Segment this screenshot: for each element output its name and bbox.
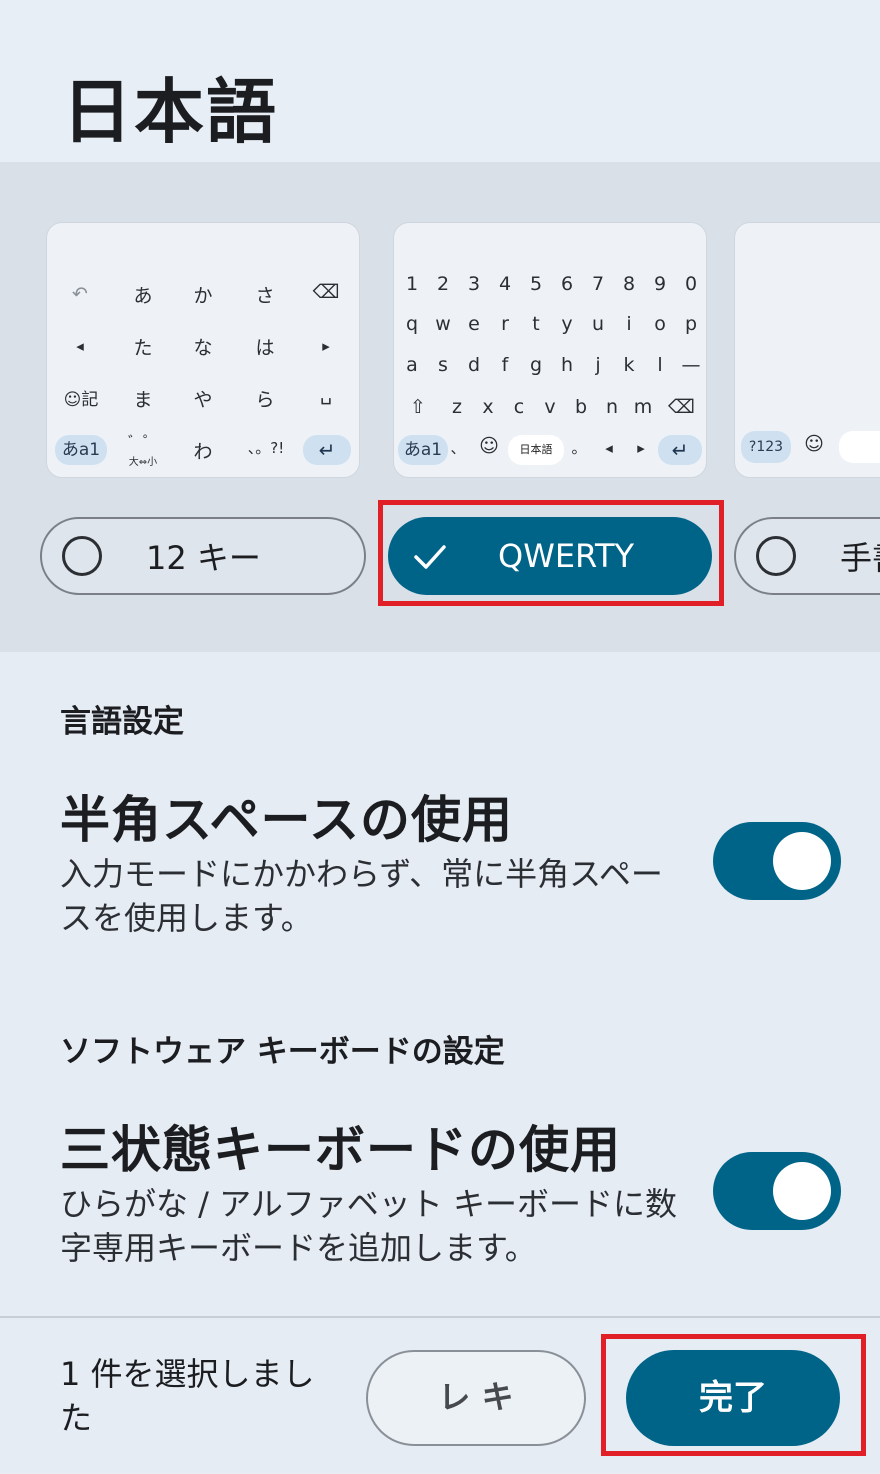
- key-i: i: [626, 313, 632, 335]
- key-l: l: [657, 354, 663, 376]
- setting-desc-halfwidth-space: 入力モードにかかわらず、常に半角スペースを使用します。: [60, 855, 663, 937]
- tristate-keyboard-toggle[interactable]: [713, 1152, 841, 1230]
- key-c: c: [513, 396, 525, 418]
- setting-title-halfwidth-space: 半角スペースの使用: [60, 791, 513, 849]
- undo-icon: ↶: [72, 283, 88, 305]
- mode-switch-key: あa1: [398, 435, 448, 465]
- key-z: z: [452, 396, 462, 418]
- key-o: o: [654, 313, 666, 335]
- page-title: 日本語: [62, 71, 278, 153]
- key-8: 8: [622, 273, 636, 295]
- halfwidth-space-toggle[interactable]: [713, 822, 841, 900]
- key-3: 3: [467, 273, 481, 295]
- left-arrow-icon: ◂: [76, 337, 84, 355]
- backspace-icon: ⌫: [668, 396, 695, 418]
- key-w: w: [435, 313, 451, 335]
- toggle-knob: [773, 832, 831, 890]
- highlight-box: [601, 1334, 866, 1456]
- key-r: r: [501, 313, 509, 335]
- key-k: k: [623, 354, 635, 376]
- key-s: s: [438, 354, 448, 376]
- layout-option-handwriting[interactable]: 手書: [734, 517, 880, 595]
- key-ka: か: [193, 285, 213, 307]
- key-q: q: [405, 313, 419, 335]
- key-x: x: [482, 396, 494, 418]
- key-na: な: [193, 337, 213, 359]
- layout-option-12-key[interactable]: 12 キー: [40, 517, 366, 595]
- qwerty-preview[interactable]: 1 2 3 4 5 6 7 8 9 0 q w e r t y u i o p …: [393, 222, 707, 478]
- emoji-icon: ☺: [479, 435, 499, 457]
- key-ta: た: [133, 337, 153, 359]
- toggle-knob: [773, 1162, 831, 1220]
- key-sa: さ: [255, 285, 275, 307]
- key-ya: や: [193, 389, 213, 411]
- key-u: u: [591, 313, 605, 335]
- layout-option-label: 12 キー: [146, 539, 261, 577]
- key-g: g: [529, 354, 543, 376]
- key-9: 9: [653, 273, 667, 295]
- comma-key: 、: [450, 439, 466, 457]
- radio-icon: [62, 536, 102, 576]
- emoji-icon: ☺: [804, 433, 824, 455]
- key-e: e: [468, 313, 480, 335]
- key-6: 6: [560, 273, 574, 295]
- keyboard-layout-carousel[interactable]: ↶ あ か さ ⌫ ◂ た な は ▸ ☺記 ま や ら ␣ あa1 ゛゜ 大⇔…: [0, 162, 880, 652]
- section-heading-language: 言語設定: [60, 704, 184, 740]
- selection-status: 1 件を選択しました: [60, 1355, 315, 1437]
- twelve-key-preview[interactable]: ↶ あ か さ ⌫ ◂ た な は ▸ ☺記 ま や ら ␣ あa1 ゛゜ 大⇔…: [46, 222, 360, 478]
- key-n: n: [605, 396, 619, 418]
- key-y: y: [561, 313, 573, 335]
- key-p: p: [684, 313, 698, 335]
- enter-icon: ↵: [303, 435, 351, 465]
- radio-icon: [756, 536, 796, 576]
- right-arrow-icon: ▸: [637, 439, 645, 457]
- backspace-icon: ⌫: [312, 281, 340, 303]
- key-0: 0: [684, 273, 698, 295]
- key-7: 7: [591, 273, 605, 295]
- shift-icon: ⇧: [410, 396, 426, 418]
- left-arrow-icon: ◂: [605, 439, 613, 457]
- key-ra: ら: [255, 389, 275, 411]
- key-1: 1: [405, 273, 419, 295]
- setting-desc-tristate-keyboard: ひらがな / アルファベット キーボードに数字専用キーボードを追加します。: [60, 1185, 677, 1267]
- key-d: d: [467, 354, 481, 376]
- punctuation-key: 、。?!: [247, 439, 285, 457]
- setting-title-tristate-keyboard: 三状態キーボードの使用: [60, 1121, 621, 1179]
- key-j: j: [595, 354, 601, 376]
- key-a: あ: [133, 285, 153, 307]
- key-a: a: [406, 354, 418, 376]
- key-ha: は: [255, 337, 275, 359]
- highlight-box: [378, 500, 724, 606]
- key-2: 2: [436, 273, 450, 295]
- emoji-symbol-icon: ☺記: [63, 390, 99, 410]
- space-key: [839, 431, 880, 463]
- key-wa: わ: [193, 441, 213, 463]
- space-key: 日本語: [508, 435, 564, 465]
- mode-switch-key: あa1: [55, 435, 107, 465]
- header: 日本語: [0, 0, 880, 162]
- key-t: t: [532, 313, 540, 335]
- dakuten-key: ゛゜: [127, 433, 158, 451]
- key-m: m: [633, 396, 653, 418]
- key-4: 4: [498, 273, 512, 295]
- key-v: v: [544, 396, 556, 418]
- space-icon: ␣: [319, 383, 333, 405]
- section-heading-software-keyboard: ソフトウェア キーボードの設定: [60, 1034, 505, 1070]
- symbols-key: ?123: [741, 431, 791, 463]
- key-f: f: [501, 354, 509, 376]
- key-dash: —: [681, 354, 701, 376]
- key-h: h: [560, 354, 574, 376]
- key-ma: ま: [133, 389, 153, 411]
- size-toggle-hint: 大⇔小: [128, 457, 158, 468]
- key-b: b: [574, 396, 588, 418]
- layout-option-label: 手書: [840, 539, 880, 577]
- period-key: 。: [571, 439, 587, 457]
- key-5: 5: [529, 273, 543, 295]
- secondary-button[interactable]: レ キ: [366, 1350, 586, 1446]
- right-arrow-icon: ▸: [322, 337, 330, 355]
- handwriting-preview[interactable]: ?123 ☺: [734, 222, 880, 478]
- enter-icon: ↵: [658, 435, 702, 465]
